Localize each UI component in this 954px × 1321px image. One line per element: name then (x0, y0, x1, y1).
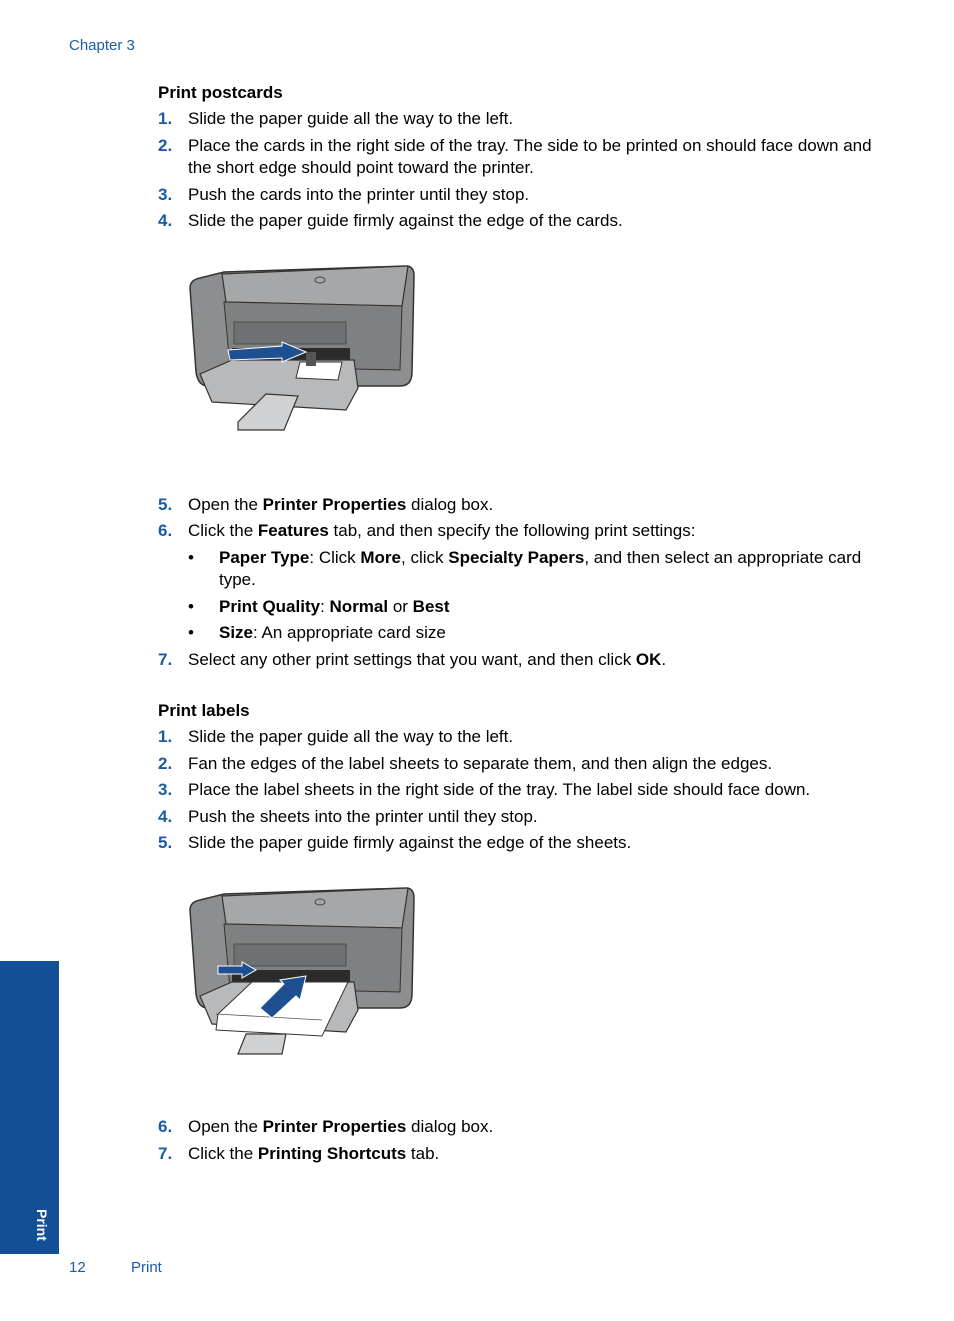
step-item: 1. Slide the paper guide all the way to … (158, 108, 878, 130)
step-text: Slide the paper guide firmly against the… (188, 833, 632, 852)
bullet-dot: • (188, 623, 194, 642)
step-text: Click the Printing Shortcuts tab. (188, 1144, 440, 1163)
step-number: 4. (158, 807, 173, 826)
step-item: 7. Click the Printing Shortcuts tab. (158, 1143, 878, 1165)
bullet-item: • Print Quality: Normal or Best (188, 596, 878, 618)
bullet-dot: • (188, 548, 194, 567)
step-item: 6. Open the Printer Properties dialog bo… (158, 1116, 878, 1138)
step-item: 2. Place the cards in the right side of … (158, 135, 878, 179)
step-number: 3. (158, 185, 173, 204)
step-text: Select any other print settings that you… (188, 650, 667, 669)
bullet-text: Paper Type: Click More, click Specialty … (219, 548, 862, 589)
step-item: 3. Place the label sheets in the right s… (158, 779, 878, 801)
step-text: Push the cards into the printer until th… (188, 185, 530, 204)
step-number: 7. (158, 650, 173, 669)
step-text: Slide the paper guide firmly against the… (188, 211, 623, 230)
step-text: Place the label sheets in the right side… (188, 780, 811, 799)
page-number: 12 (69, 1259, 86, 1276)
printer-loading-cards-illustration (189, 265, 415, 431)
step-number: 2. (158, 136, 173, 155)
section-heading-print-labels: Print labels (158, 701, 250, 720)
footer-section-title: Print (131, 1259, 162, 1276)
printer-loading-labels-illustration (189, 887, 415, 1055)
side-tab-label: Print (34, 1209, 50, 1241)
step-number: 5. (158, 495, 173, 514)
chapter-side-tab (0, 961, 59, 1254)
step-text: Open the Printer Properties dialog box. (188, 1117, 494, 1136)
step-text: Push the sheets into the printer until t… (188, 807, 538, 826)
step-number: 2. (158, 754, 173, 773)
step-number: 4. (158, 211, 173, 230)
step-text: Open the Printer Properties dialog box. (188, 495, 494, 514)
step-text: Fan the edges of the label sheets to sep… (188, 754, 773, 773)
step-item: 4. Slide the paper guide firmly against … (158, 210, 878, 232)
step-text: Slide the paper guide all the way to the… (188, 109, 514, 128)
step-item: 4. Push the sheets into the printer unti… (158, 806, 878, 828)
step-number: 5. (158, 833, 173, 852)
step-number: 1. (158, 727, 173, 746)
step-number: 3. (158, 780, 173, 799)
step-item: 3. Push the cards into the printer until… (158, 184, 878, 206)
step-number: 6. (158, 1117, 173, 1136)
section-heading-print-postcards: Print postcards (158, 83, 283, 102)
bullet-dot: • (188, 597, 194, 616)
step-item: 2. Fan the edges of the label sheets to … (158, 753, 878, 775)
step-item: 7. Select any other print settings that … (158, 649, 878, 671)
bullet-text: Print Quality: Normal or Best (219, 597, 450, 616)
bullet-item: • Paper Type: Click More, click Specialt… (188, 547, 878, 591)
step-item: 1. Slide the paper guide all the way to … (158, 726, 878, 748)
step-item: 5. Slide the paper guide firmly against … (158, 832, 878, 854)
step-number: 1. (158, 109, 173, 128)
bullet-text: Size: An appropriate card size (219, 623, 446, 642)
step-item: 6. Click the Features tab, and then spec… (158, 520, 878, 542)
step-text: Place the cards in the right side of the… (188, 136, 872, 177)
step-text: Slide the paper guide all the way to the… (188, 727, 514, 746)
step-number: 7. (158, 1144, 173, 1163)
chapter-header: Chapter 3 (69, 37, 135, 54)
step-item: 5. Open the Printer Properties dialog bo… (158, 494, 878, 516)
bullet-item: • Size: An appropriate card size (188, 622, 878, 644)
step-text: Click the Features tab, and then specify… (188, 521, 696, 540)
step-number: 6. (158, 521, 173, 540)
